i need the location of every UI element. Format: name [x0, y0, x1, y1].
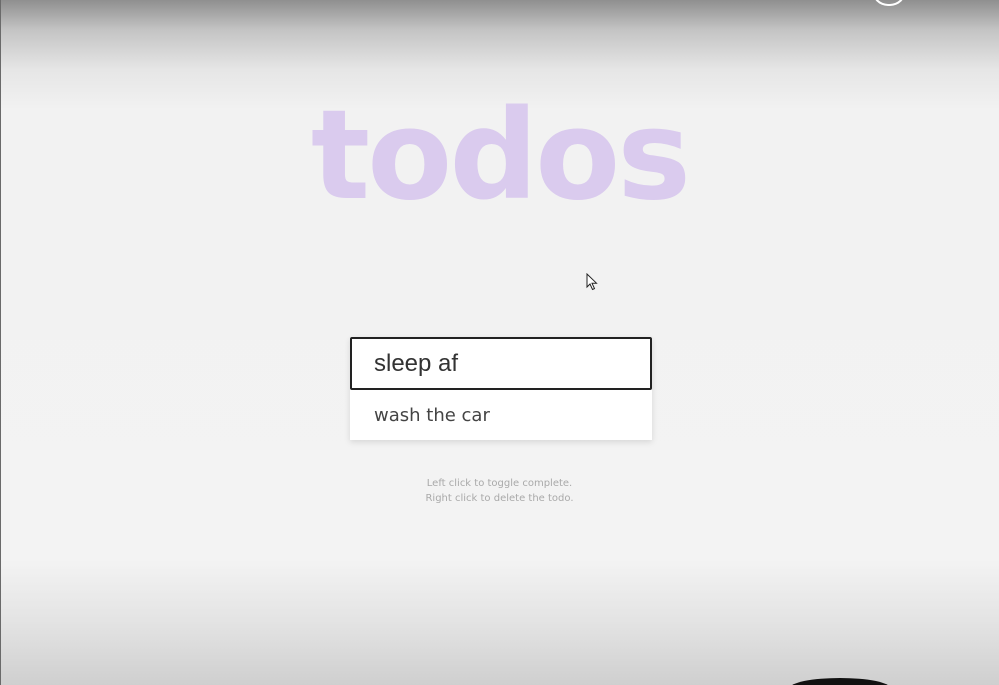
help-text: Left click to toggle complete. Right cli…	[0, 476, 999, 506]
new-todo-input[interactable]	[350, 337, 652, 390]
todo-card: wash the car	[350, 337, 652, 440]
todo-item-label: wash the car	[374, 404, 490, 426]
help-text-delete: Right click to delete the todo.	[425, 493, 574, 504]
avatar-icon[interactable]	[872, 0, 906, 6]
page-title: todos	[310, 84, 691, 228]
help-text-toggle: Left click to toggle complete.	[426, 478, 573, 489]
todo-item[interactable]: wash the car	[350, 390, 652, 440]
bottom-dark-shape	[790, 678, 890, 685]
mouse-pointer-icon	[586, 273, 598, 291]
